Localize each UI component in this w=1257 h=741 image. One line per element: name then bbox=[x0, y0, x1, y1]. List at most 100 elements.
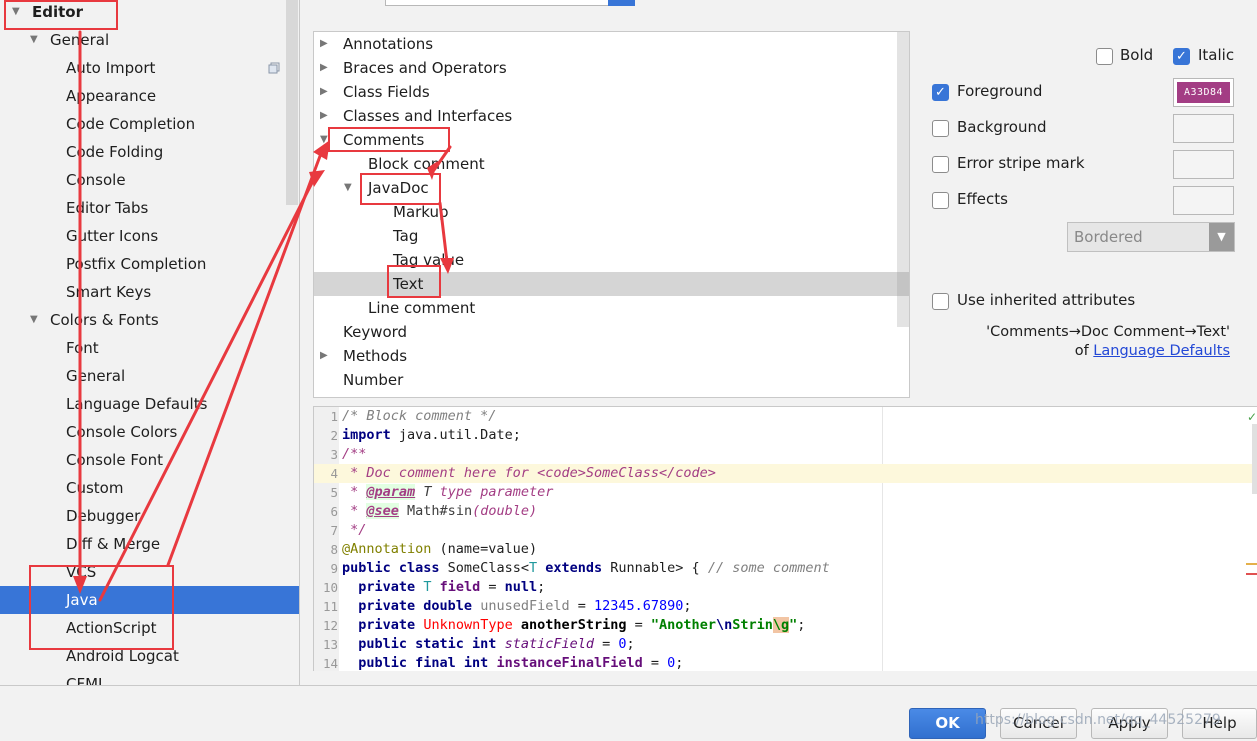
code-line: 11 private double unusedField = 12345.67… bbox=[322, 598, 692, 614]
annotation-box-text bbox=[387, 265, 441, 298]
code-line: 6 * @see Math#sin(double) bbox=[330, 503, 538, 519]
attribute-item-label: Braces and Operators bbox=[343, 59, 507, 77]
chevron-right-icon[interactable]: ▶ bbox=[320, 104, 328, 128]
sidebar-item-console-font[interactable]: Console Font bbox=[0, 446, 300, 474]
sidebar-item-general[interactable]: ▼ General bbox=[0, 26, 300, 54]
attribute-item-label: Tag bbox=[393, 227, 419, 245]
sidebar-item-cfml[interactable]: CFML bbox=[0, 670, 300, 685]
attribute-item-label: Classes and Interfaces bbox=[343, 107, 513, 125]
use-inherited-label: Use inherited attributes bbox=[957, 291, 1136, 309]
foreground-label: Foreground bbox=[957, 82, 1043, 100]
sidebar-item-label: Debugger bbox=[66, 507, 141, 525]
attribute-item-label: Methods bbox=[343, 347, 408, 365]
sidebar-item-label: Colors & Fonts bbox=[50, 311, 159, 329]
sidebar-item-label: Code Completion bbox=[66, 115, 196, 133]
sidebar-item-custom[interactable]: Custom bbox=[0, 474, 300, 502]
chevron-down-icon[interactable]: ▼ bbox=[30, 306, 38, 334]
sidebar-item-debugger[interactable]: Debugger bbox=[0, 502, 300, 530]
sidebar-item-label: Console Colors bbox=[66, 423, 178, 441]
attribute-item-label: Keyword bbox=[343, 323, 408, 341]
sidebar-item-auto-import[interactable]: Auto Import bbox=[0, 54, 300, 82]
attribute-item-methods[interactable]: ▶ Methods bbox=[314, 344, 897, 368]
sidebar-item-label: Custom bbox=[66, 479, 124, 497]
sidebar-item-general[interactable]: General bbox=[0, 362, 300, 390]
attribute-item-keyword[interactable]: Keyword bbox=[314, 320, 897, 344]
sidebar-item-colors-and-fonts[interactable]: ▼ Colors & Fonts bbox=[0, 306, 300, 334]
sidebar-item-postfix-completion[interactable]: Postfix Completion bbox=[0, 250, 300, 278]
code-line: 14 public final int instanceFinalField =… bbox=[322, 655, 684, 671]
annotation-box-editor bbox=[4, 0, 118, 30]
preview-splitter[interactable] bbox=[780, 400, 800, 413]
sidebar-item-language-defaults[interactable]: Language Defaults bbox=[0, 390, 300, 418]
attribute-item-braces-and-operators[interactable]: ▶ Braces and Operators bbox=[314, 56, 897, 80]
sidebar-item-smart-keys[interactable]: Smart Keys bbox=[0, 278, 300, 306]
attribute-item-label: Annotations bbox=[343, 35, 434, 53]
code-line: 9 public class SomeClass<T extends Runnab… bbox=[330, 560, 830, 576]
attribute-item-annotations[interactable]: ▶ Annotations bbox=[314, 32, 897, 56]
sidebar-item-label: CFML bbox=[66, 675, 107, 685]
sidebar-item-font[interactable]: Font bbox=[0, 334, 300, 362]
attribute-item-line-comment[interactable]: Line comment bbox=[314, 296, 897, 320]
chevron-down-icon[interactable]: ▼ bbox=[344, 176, 352, 200]
attribute-item-classes-and-interfaces[interactable]: ▶ Classes and Interfaces bbox=[314, 104, 897, 128]
sidebar-item-label: Diff & Merge bbox=[66, 535, 161, 553]
effects-type-value: Bordered bbox=[1074, 228, 1143, 246]
language-defaults-link[interactable]: Language Defaults bbox=[1093, 343, 1230, 359]
chevron-down-icon[interactable]: ▼ bbox=[30, 26, 38, 54]
sidebar-item-gutter-icons[interactable]: Gutter Icons bbox=[0, 222, 300, 250]
use-inherited-checkbox[interactable] bbox=[932, 293, 949, 310]
background-color-swatch[interactable] bbox=[1173, 114, 1234, 143]
italic-checkbox[interactable]: ✓ bbox=[1173, 48, 1190, 65]
bold-checkbox[interactable] bbox=[1096, 48, 1113, 65]
annotation-box-javadoc bbox=[360, 173, 441, 205]
annotation-box-java bbox=[29, 565, 174, 650]
effects-checkbox[interactable] bbox=[932, 192, 949, 209]
scheme-combo-dropdown-button[interactable] bbox=[608, 0, 635, 6]
foreground-checkbox[interactable]: ✓ bbox=[932, 84, 949, 101]
chevron-right-icon[interactable]: ▶ bbox=[320, 80, 328, 104]
attribute-item-label: Class Fields bbox=[343, 83, 430, 101]
attribute-item-number[interactable]: Number bbox=[314, 368, 897, 392]
chevron-right-icon[interactable]: ▶ bbox=[320, 344, 328, 368]
error-stripe-color-swatch[interactable] bbox=[1173, 150, 1234, 179]
code-line-current: 4 * Doc comment here for <code>SomeClass… bbox=[314, 464, 1257, 483]
sidebar-item-editor-tabs[interactable]: Editor Tabs bbox=[0, 194, 300, 222]
inspection-ok-icon[interactable]: ✓ bbox=[1247, 410, 1257, 424]
attribute-item-label: Number bbox=[343, 371, 404, 389]
chevron-down-icon[interactable]: ▼ bbox=[1209, 223, 1234, 251]
attributes-tree-scroll-thumb[interactable] bbox=[897, 272, 909, 296]
sidebar-item-label: Postfix Completion bbox=[66, 255, 207, 273]
sidebar-item-label: Appearance bbox=[66, 87, 157, 105]
sidebar-scrollbar[interactable] bbox=[286, 0, 298, 205]
sidebar-item-code-completion[interactable]: Code Completion bbox=[0, 110, 300, 138]
sidebar-item-console[interactable]: Console bbox=[0, 166, 300, 194]
error-stripe-checkbox[interactable] bbox=[932, 156, 949, 173]
sidebar-item-label: Console Font bbox=[66, 451, 163, 469]
attribute-item-class-fields[interactable]: ▶ Class Fields bbox=[314, 80, 897, 104]
effects-label: Effects bbox=[957, 190, 1008, 208]
code-line: 3/** bbox=[330, 446, 367, 462]
sidebar-item-appearance[interactable]: Appearance bbox=[0, 82, 300, 110]
sidebar-item-label: General bbox=[66, 367, 126, 385]
copy-settings-icon[interactable] bbox=[268, 62, 280, 74]
attributes-tree: Number ▶ Methods Keyword Line comment Text Tag… bbox=[313, 31, 910, 398]
preview-scrollbar[interactable] bbox=[1252, 424, 1257, 494]
foreground-color-swatch[interactable]: A33D84 bbox=[1173, 78, 1234, 107]
inherited-from-line: of Language Defaults bbox=[1075, 343, 1230, 359]
sidebar-item-label: General bbox=[50, 31, 110, 49]
sidebar-item-label: Code Folding bbox=[66, 143, 164, 161]
chevron-right-icon[interactable]: ▶ bbox=[320, 56, 328, 80]
attribute-item-tag[interactable]: Tag bbox=[314, 224, 897, 248]
background-checkbox[interactable] bbox=[932, 120, 949, 137]
sidebar-item-diff-and-merge[interactable]: Diff & Merge bbox=[0, 530, 300, 558]
attribute-item-label: Line comment bbox=[368, 299, 476, 317]
code-preview[interactable]: 1/* Block comment */ 2 import java.util.D… bbox=[313, 406, 1257, 671]
effects-type-select[interactable]: Bordered ▼ bbox=[1067, 222, 1235, 252]
sidebar-item-code-folding[interactable]: Code Folding bbox=[0, 138, 300, 166]
effects-color-swatch[interactable] bbox=[1173, 186, 1234, 215]
sidebar-divider[interactable] bbox=[299, 0, 300, 685]
chevron-down-icon[interactable]: ▼ bbox=[320, 128, 328, 152]
sidebar-item-console-colors[interactable]: Console Colors bbox=[0, 418, 300, 446]
scheme-combo[interactable] bbox=[385, 0, 635, 6]
chevron-right-icon[interactable]: ▶ bbox=[320, 32, 328, 56]
